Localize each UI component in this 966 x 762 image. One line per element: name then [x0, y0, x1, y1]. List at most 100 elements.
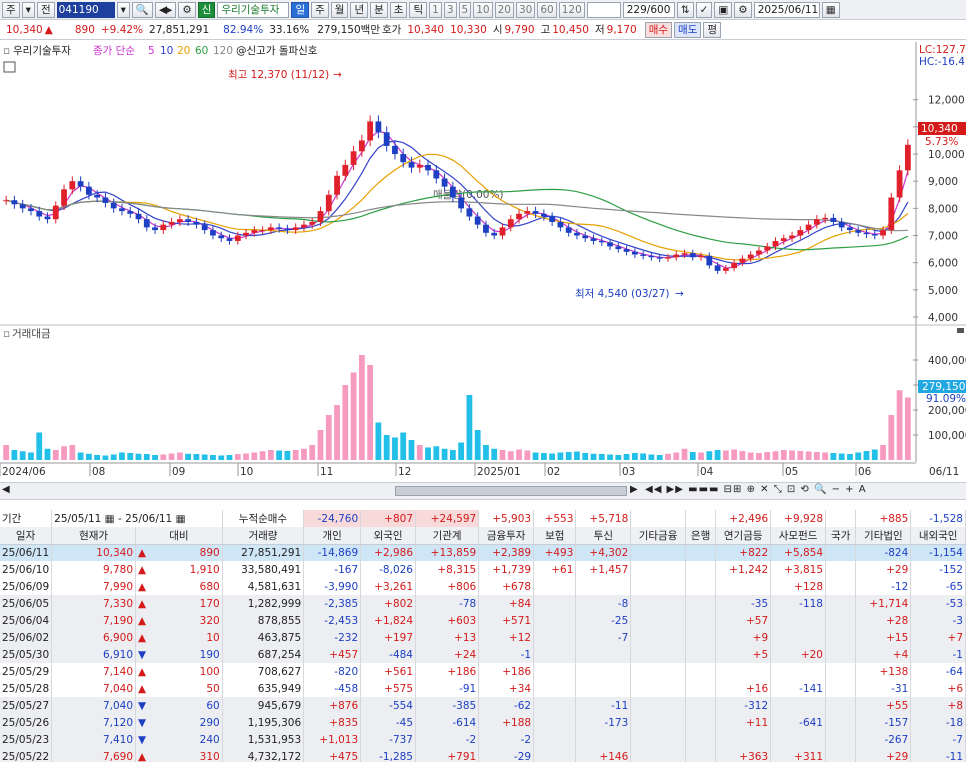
minute-5-button[interactable]: 5	[458, 1, 472, 18]
code-dropdown-icon[interactable]: ▾	[116, 1, 130, 18]
save-icon[interactable]: ▣	[714, 1, 733, 18]
column-header[interactable]: 투신	[575, 527, 632, 545]
cell-investor	[770, 612, 826, 629]
period-year-button[interactable]: 년	[350, 1, 369, 18]
period-week-button[interactable]: 주	[311, 1, 329, 18]
price-chart-area[interactable]: ▫ 우리기술투자 종가 단순 5 10 20 60 120 @신고가 돌파신호 …	[0, 42, 966, 482]
settings-small-icon[interactable]: ⚙	[178, 1, 196, 18]
period-second-button[interactable]: 초	[389, 1, 408, 18]
high-annotation: 최고 12,370 (11/12)	[228, 69, 329, 81]
minute-120-button[interactable]: 120	[558, 1, 585, 18]
volume-bar	[458, 442, 465, 460]
date-field[interactable]: 2025/06/11	[753, 1, 820, 18]
summary-cell: +24,597	[415, 510, 480, 527]
eval-button[interactable]: 평	[703, 21, 722, 38]
custom-period-input[interactable]	[586, 1, 621, 18]
volume-panel-toggle[interactable]	[957, 328, 964, 333]
scroll-left-icon[interactable]: ◀	[2, 484, 10, 495]
cell-investor: -78	[415, 595, 480, 612]
candle-body	[904, 144, 911, 171]
chart-scrollbar[interactable]: ◀ ▶ ◀◀ ▶▶ ▬▬▬ ⊟⊞ ⊕ ✕ ⤡ ⊡ ⟲ 🔍 − + A	[0, 482, 966, 500]
column-header[interactable]: 대비	[135, 527, 223, 545]
to-date[interactable]: 25/06/11	[125, 513, 172, 525]
chart-grid-icon[interactable]	[3, 61, 16, 73]
cell-investor	[685, 748, 717, 762]
minute-20-button[interactable]: 20	[494, 1, 514, 18]
table-row[interactable]: 25/05/27 7,040 ▼ 60 945,679 +876 -554 -385 -62 -1…	[0, 697, 966, 714]
table-row[interactable]: 25/05/23 7,410 ▼ 240 1,531,953 +1,013 -737 -2 -2…	[0, 731, 966, 748]
sell-button[interactable]: 매도	[674, 21, 702, 38]
stock-name-field[interactable]: 우리기술투자	[217, 1, 290, 18]
chart-tools-icons[interactable]: ◀◀ ▶▶ ▬▬▬ ⊟⊞ ⊕ ✕ ⤡ ⊡ ⟲ 🔍 − + A	[645, 484, 867, 495]
table-row[interactable]: 25/06/04 7,190 ▲ 320 878,855 -2,453 +1,824 +603…	[0, 612, 966, 629]
column-header[interactable]: 거래량	[222, 527, 305, 545]
cell-investor: -35	[715, 595, 772, 612]
range-field[interactable]: 229/600	[622, 1, 675, 18]
minute-3-button[interactable]: 3	[443, 1, 457, 18]
chevron-down-icon[interactable]: ▾	[21, 1, 35, 18]
column-header[interactable]: 현재가	[51, 527, 137, 545]
cell-investor: +3,261	[360, 578, 416, 595]
table-row[interactable]: 25/06/09 7,990 ▲ 680 4,581,631 -3,990 +3,261 +8…	[0, 578, 966, 595]
period-range[interactable]: 25/05/11 ▦ - 25/06/11 ▦	[51, 510, 223, 527]
column-header[interactable]: 기타금융	[630, 527, 686, 545]
table-row[interactable]: 25/06/02 6,900 ▲ 10 463,875 -232 +197 +13 +12 -7 +…	[0, 629, 966, 646]
column-header[interactable]: 금융투자	[478, 527, 535, 545]
chart-tool-icon[interactable]: ⇅	[676, 1, 694, 18]
column-header[interactable]: 외국인	[360, 527, 416, 545]
column-header[interactable]: 일자	[0, 527, 53, 545]
period-minute-button[interactable]: 분	[370, 1, 388, 18]
date-axis-label: 10	[240, 466, 253, 478]
candle-body	[681, 253, 688, 255]
candle-body	[69, 181, 76, 190]
cell-investor	[685, 646, 717, 663]
volume-bar	[789, 450, 795, 460]
column-header[interactable]: 은행	[685, 527, 717, 545]
candle-body	[210, 230, 216, 236]
sound-icon[interactable]: ◀▸	[154, 1, 177, 18]
market-select[interactable]: 전	[36, 1, 55, 18]
stock-code-input[interactable]: 041190	[56, 1, 115, 18]
cell-investor	[715, 578, 772, 595]
summary-cell: +553	[533, 510, 577, 527]
scroll-thumb[interactable]	[395, 486, 627, 496]
cell-investor: +61	[533, 561, 577, 578]
calendar-icon[interactable]: ▦	[821, 1, 840, 18]
column-header[interactable]: 기타법인	[855, 527, 912, 545]
column-header[interactable]: 내외국인	[910, 527, 966, 545]
price-chart-svg[interactable]: ▫ 우리기술투자 종가 단순 5 10 20 60 120 @신고가 돌파신호 …	[0, 42, 966, 482]
gear-icon[interactable]: ⚙	[734, 1, 752, 18]
buy-button[interactable]: 매수	[644, 21, 673, 38]
minute-60-button[interactable]: 60	[537, 1, 557, 18]
quote-bar: 10,340 ▲ 890 +9.42% 27,851,291 82.94% 33…	[0, 20, 966, 40]
candle-body	[102, 197, 109, 203]
table-row[interactable]: 25/06/05 7,330 ▲ 170 1,282,999 -2,385 +802 -78 +…	[0, 595, 966, 612]
table-row[interactable]: 25/06/11 10,340 ▲ 890 27,851,291 -14,869 +2,98…	[0, 544, 966, 561]
table-row[interactable]: 25/05/26 7,120 ▼ 290 1,195,306 +835 -45 -614 +18…	[0, 714, 966, 731]
search-icon[interactable]: 🔍	[131, 1, 153, 18]
chart-type-icon[interactable]: ✓	[695, 1, 713, 18]
column-header[interactable]: 기관계	[415, 527, 480, 545]
cell-investor: +571	[478, 612, 535, 629]
column-header[interactable]: 연기금등	[715, 527, 772, 545]
table-row[interactable]: 25/05/30 6,910 ▼ 190 687,254 +457 -484 +24 -1 +5 +…	[0, 646, 966, 663]
volume-bar	[607, 454, 613, 460]
table-row[interactable]: 25/05/22 7,690 ▲ 310 4,732,172 +475 -1,285 +791…	[0, 748, 966, 762]
minute-10-button[interactable]: 10	[473, 1, 493, 18]
table-row[interactable]: 25/06/10 9,780 ▲ 1,910 33,580,491 -167 -8,026 +…	[0, 561, 966, 578]
from-date[interactable]: 25/05/11	[54, 513, 101, 525]
column-header[interactable]: 사모펀드	[770, 527, 826, 545]
mode-select[interactable]: 주	[2, 1, 20, 18]
column-header[interactable]: 개인	[303, 527, 362, 545]
column-header[interactable]: 보험	[533, 527, 577, 545]
column-header[interactable]: 국가	[825, 527, 857, 545]
period-tick-button[interactable]: 틱	[409, 1, 428, 18]
scroll-right-icon[interactable]: ▶	[630, 484, 638, 495]
period-day-button[interactable]: 일	[291, 1, 310, 18]
period-month-button[interactable]: 월	[330, 1, 349, 18]
minute-30-button[interactable]: 30	[515, 1, 536, 18]
minute-1-button[interactable]: 1	[429, 1, 442, 18]
table-row[interactable]: 25/05/28 7,040 ▲ 50 635,949 -458 +575 -91 +34 +16…	[0, 680, 966, 697]
cell-investor: -385	[415, 697, 480, 714]
table-row[interactable]: 25/05/29 7,140 ▲ 100 708,627 -820 +561 +186 +186…	[0, 663, 966, 680]
